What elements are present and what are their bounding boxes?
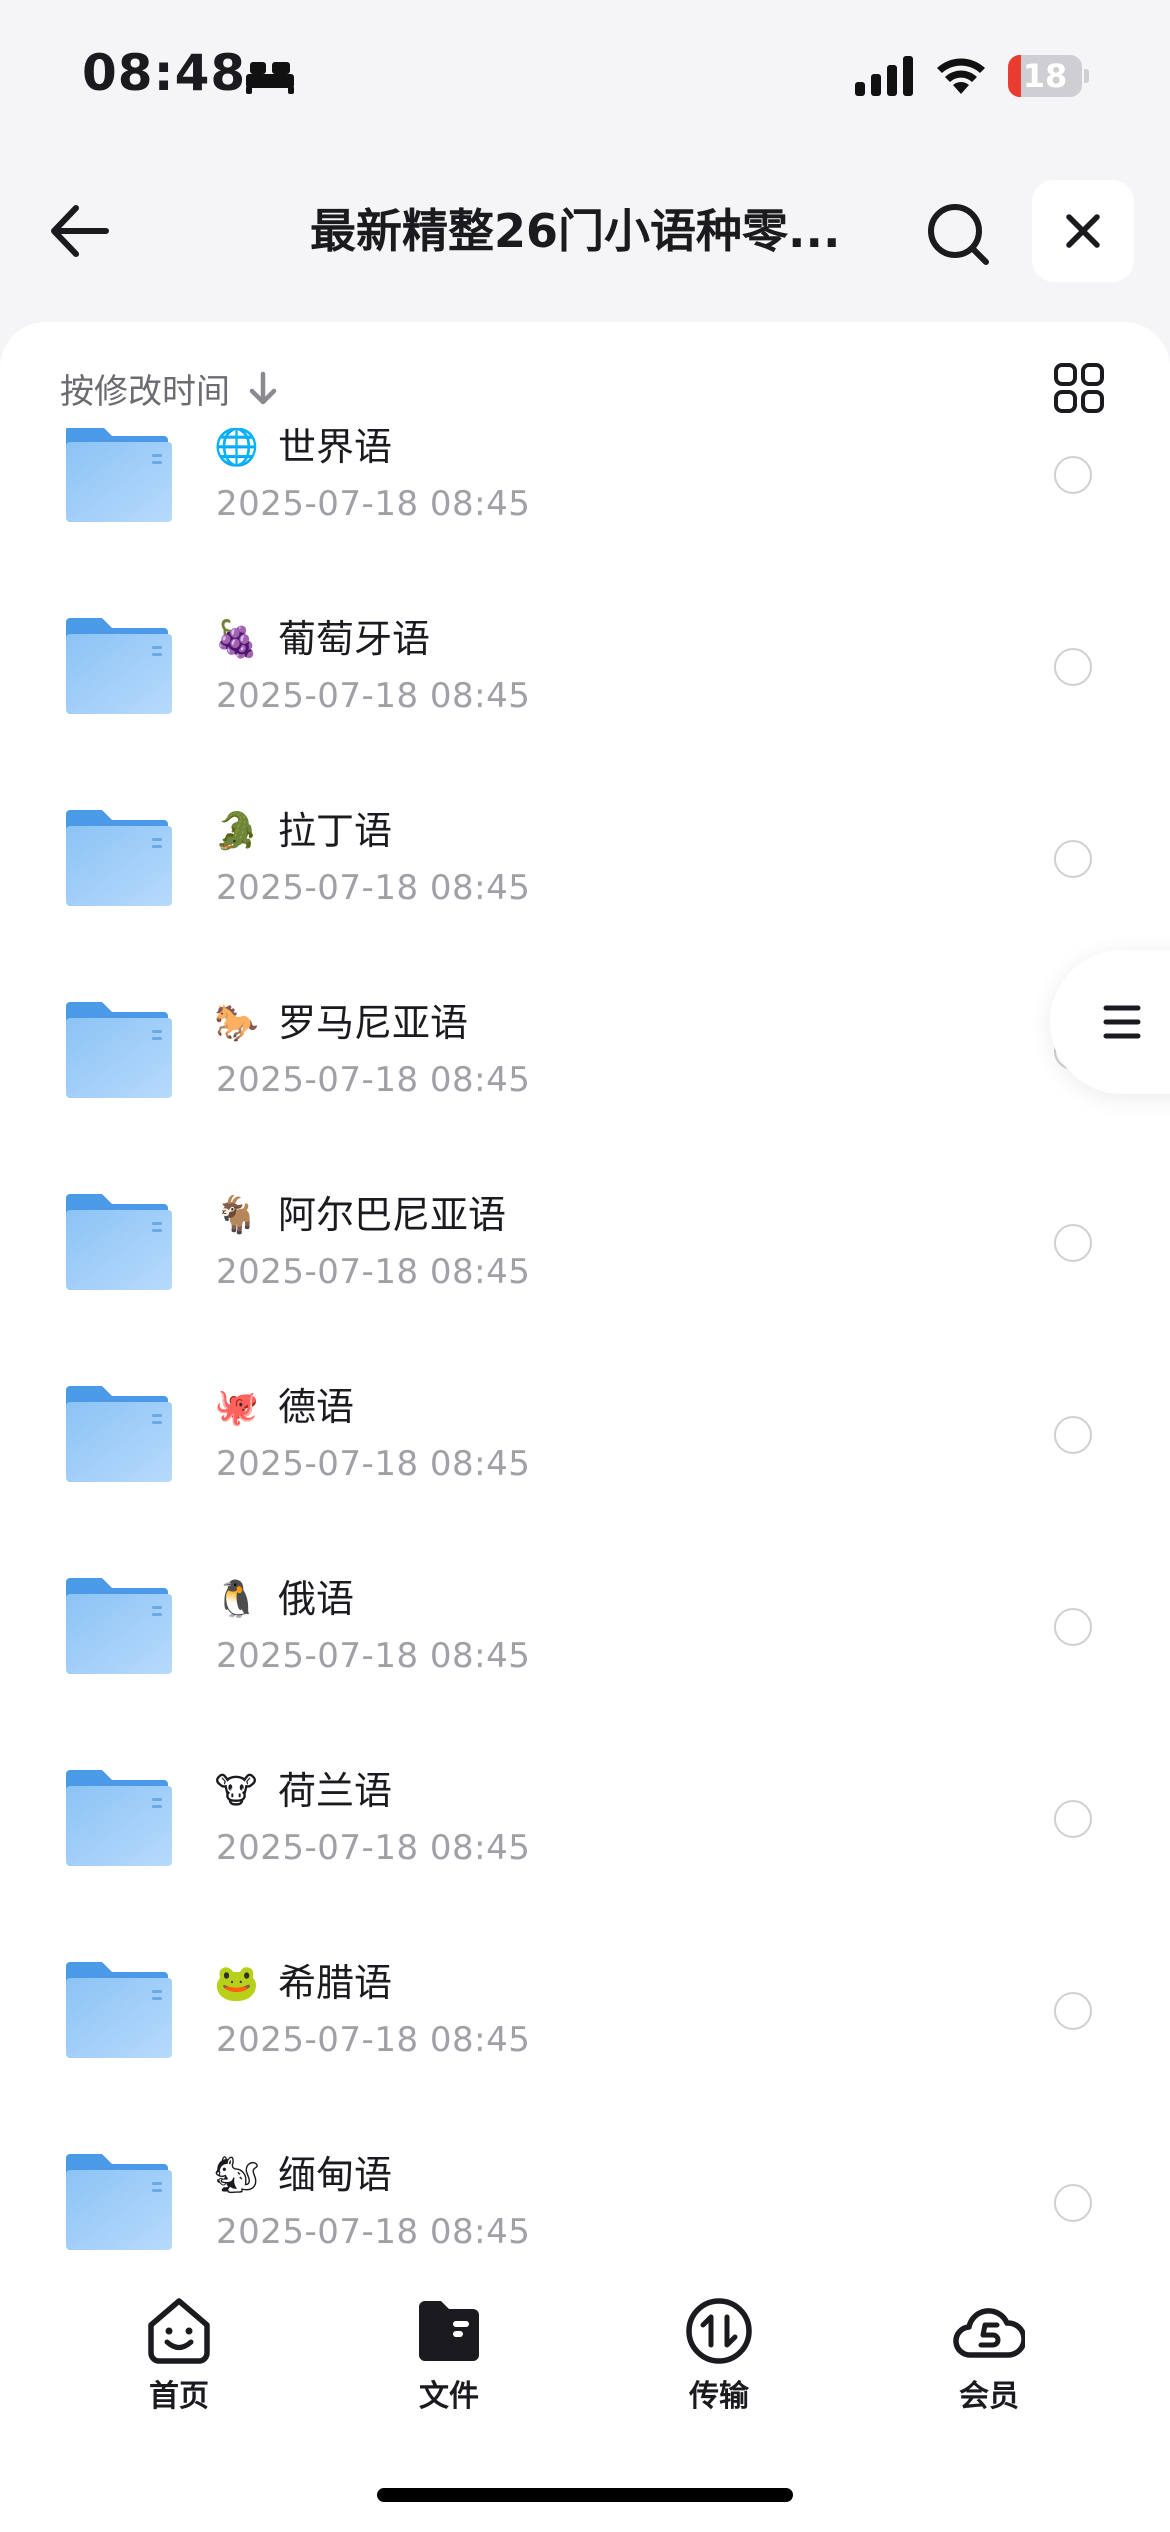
- status-bar: 08:48 18: [0, 0, 1170, 150]
- modified-date: 2025-07-18 08:45: [216, 484, 531, 524]
- folder-emoji: 🍇: [214, 619, 259, 660]
- folder-name: 罗马尼亚语: [278, 1001, 469, 1045]
- folder-icon: [66, 618, 172, 714]
- status-time: 08:48: [82, 44, 247, 102]
- back-button[interactable]: [44, 198, 114, 264]
- folder-icon: [66, 428, 172, 522]
- folder-name: 德语: [278, 1385, 355, 1429]
- folder-files-icon: [419, 2301, 479, 2361]
- folder-name: 世界语: [278, 428, 393, 469]
- file-list: 🌐 世界语 2025-07-18 08:45 🍇 葡萄牙语 2025-07-18 08:4…: [0, 428, 1170, 2267]
- modified-date: 2025-07-18 08:45: [216, 1252, 531, 1292]
- cloud-vip-icon: [953, 2308, 1025, 2358]
- folder-list-item[interactable]: 🐿 缅甸语 2025-07-18 08:45: [0, 2118, 1170, 2267]
- tab-files-label: 文件: [419, 2379, 479, 2414]
- tab-vip[interactable]: 会员: [914, 2295, 1064, 2425]
- folder-icon: [66, 1578, 172, 1674]
- folder-name: 缅甸语: [278, 2153, 393, 2197]
- folder-list-item[interactable]: 🐸 希腊语 2025-07-18 08:45: [0, 1926, 1170, 2118]
- home-indicator: [377, 2488, 793, 2502]
- folder-icon: [66, 1194, 172, 1290]
- battery-level: 18: [1022, 57, 1068, 95]
- arrow-left-icon: [51, 205, 109, 257]
- modified-date: 2025-07-18 08:45: [216, 868, 531, 908]
- folder-emoji: 🐧: [214, 1579, 259, 1620]
- folder-emoji: 🐿: [214, 2155, 260, 2196]
- folder-list-item[interactable]: 🐎 罗马尼亚语 2025-07-18 08:45: [0, 966, 1170, 1158]
- battery-body: 18: [1008, 55, 1082, 97]
- modified-date: 2025-07-18 08:45: [216, 1636, 531, 1676]
- transfer-icon: [686, 2298, 752, 2364]
- select-radio[interactable]: [1054, 2184, 1092, 2222]
- folder-emoji: 🐸: [214, 1963, 259, 2004]
- select-radio[interactable]: [1054, 1992, 1092, 2030]
- folder-list-item[interactable]: 🌐 世界语 2025-07-18 08:45: [0, 428, 1170, 582]
- folder-icon: [66, 1002, 172, 1098]
- header: 最新精整26门小语种零...: [0, 170, 1170, 290]
- folder-name: 荷兰语: [278, 1769, 393, 1813]
- page-title: 最新精整26门小语种零...: [310, 204, 841, 258]
- close-icon: [1066, 214, 1100, 248]
- folder-name: 希腊语: [278, 1961, 393, 2005]
- tab-transfer[interactable]: 传输: [644, 2295, 794, 2425]
- modified-date: 2025-07-18 08:45: [216, 2212, 531, 2252]
- select-radio[interactable]: [1054, 1608, 1092, 1646]
- modified-date: 2025-07-18 08:45: [216, 1060, 531, 1100]
- select-radio[interactable]: [1054, 648, 1092, 686]
- folder-list-item[interactable]: 🐮 荷兰语 2025-07-18 08:45: [0, 1734, 1170, 1926]
- sort-label: 按修改时间: [60, 372, 230, 412]
- battery-indicator: 18: [1008, 55, 1089, 97]
- search-button[interactable]: [924, 200, 994, 270]
- cellular-signal-icon: [855, 56, 913, 96]
- modified-date: 2025-07-18 08:45: [216, 2020, 531, 2060]
- folder-emoji: 🐮: [214, 1771, 258, 1812]
- bed-icon: [246, 62, 294, 94]
- folder-icon: [66, 1386, 172, 1482]
- close-button[interactable]: [1032, 180, 1134, 282]
- modified-date: 2025-07-18 08:45: [216, 676, 531, 716]
- folder-name: 拉丁语: [278, 809, 393, 853]
- smiley-home-icon: [148, 2298, 210, 2364]
- tab-home[interactable]: 首页: [104, 2295, 254, 2425]
- menu-icon: [1103, 1005, 1141, 1039]
- folder-icon: [66, 1962, 172, 2058]
- folder-emoji: 🌐: [214, 428, 259, 468]
- select-radio[interactable]: [1054, 1224, 1092, 1262]
- modified-date: 2025-07-18 08:45: [216, 1828, 531, 1868]
- select-radio[interactable]: [1054, 456, 1092, 494]
- select-radio[interactable]: [1054, 840, 1092, 878]
- tab-transfer-label: 传输: [689, 2379, 749, 2414]
- folder-list-item[interactable]: 🐙 德语 2025-07-18 08:45: [0, 1350, 1170, 1542]
- search-icon: [928, 204, 989, 265]
- select-radio[interactable]: [1054, 1416, 1092, 1454]
- folder-emoji: 🐊: [214, 811, 259, 852]
- sort-toggle[interactable]: 按修改时间: [60, 364, 278, 413]
- folder-icon: [66, 2154, 172, 2250]
- arrow-down-icon: [249, 371, 277, 404]
- folder-list-item[interactable]: 🐐 阿尔巴尼亚语 2025-07-18 08:45: [0, 1158, 1170, 1350]
- battery-nub: [1084, 69, 1089, 83]
- tab-vip-label: 会员: [959, 2379, 1019, 2414]
- folder-name: 葡萄牙语: [278, 617, 431, 661]
- folder-emoji: 🐎: [214, 1003, 259, 1044]
- tab-home-label: 首页: [149, 2379, 209, 2414]
- folder-name: 阿尔巴尼亚语: [278, 1193, 507, 1237]
- modified-date: 2025-07-18 08:45: [216, 1444, 531, 1484]
- file-list-card: 按修改时间 🌐 世界语 2025-07-18 08:45 🍇 葡萄牙语 2025-07-1…: [0, 322, 1170, 2267]
- select-radio[interactable]: [1054, 1800, 1092, 1838]
- folder-list-item[interactable]: 🐊 拉丁语 2025-07-18 08:45: [0, 774, 1170, 966]
- folder-icon: [66, 810, 172, 906]
- folder-list-item[interactable]: 🍇 葡萄牙语 2025-07-18 08:45: [0, 582, 1170, 774]
- folder-name: 俄语: [278, 1577, 355, 1621]
- tab-files[interactable]: 文件: [374, 2295, 524, 2425]
- folder-icon: [66, 1770, 172, 1866]
- folder-list-item[interactable]: 🐧 俄语 2025-07-18 08:45: [0, 1542, 1170, 1734]
- folder-emoji: 🐐: [214, 1195, 259, 1236]
- wifi-icon: [937, 58, 985, 94]
- grid-view-icon[interactable]: [1053, 362, 1105, 414]
- folder-emoji: 🐙: [214, 1387, 259, 1428]
